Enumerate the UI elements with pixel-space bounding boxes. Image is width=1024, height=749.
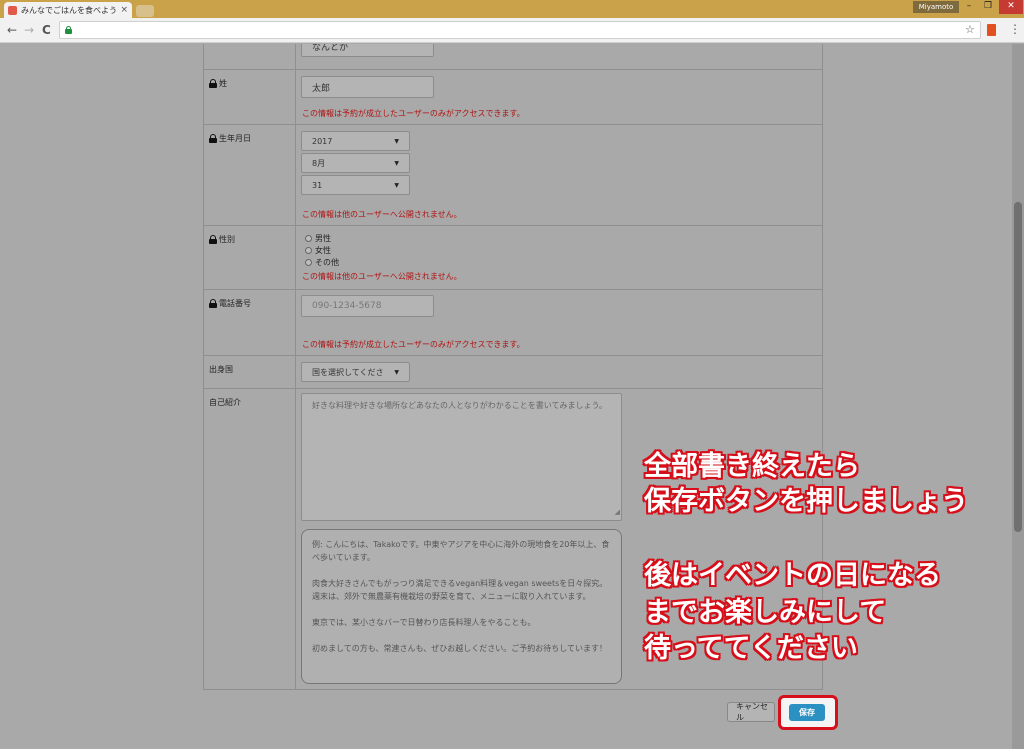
minimize-icon[interactable]: – [960,0,978,14]
chevron-down-icon: ▼ [394,181,399,189]
radio-icon[interactable] [305,247,312,254]
gender-option-female[interactable]: 女性 [305,245,331,256]
bio-textarea[interactable]: 好きな料理や好きな場所などあなたの人となりがわかることを書いてみましょう。 ◢ [301,393,622,521]
save-button[interactable]: 保存 [789,704,825,721]
phone-label: 電話番号 [209,298,251,309]
cancel-button[interactable]: キャンセル [727,702,775,722]
gender-option-other[interactable]: その他 [305,257,339,268]
browser-titlebar: みんなでごはんを食べよう 全 × Miyamoto – ❐ ✕ [0,0,1024,18]
birth-month-select[interactable]: 8月 ▼ [301,153,410,173]
gender-warning: この情報は他のユーザーへ公開されません。 [302,272,462,281]
birth-year-value: 2017 [312,136,333,146]
gender-row: 性別 男性 女性 その他 この情報は他のユーザーへ公開されません。 [204,226,822,290]
label-cell: 出身国 [204,356,296,388]
label-cell: 性別 [204,226,296,289]
first-name-label: 名 [209,44,217,46]
address-bar[interactable] [59,21,981,39]
gender-option-male[interactable]: 男性 [305,233,331,244]
country-select[interactable]: 国を選択してくださ ▼ [301,362,410,382]
example-paragraph: 初めましての方も、常連さんも、ぜひお越しください。ご予約お待ちしています！ [312,644,608,653]
lock-icon [209,299,217,308]
annotation-line-2: 保存ボタンを押しましょう [644,486,968,517]
annotation-line-3: 後はイベントの日になる [644,560,941,591]
tab-title: みんなでごはんを食べよう 全 [21,5,117,15]
scrollbar-thumb[interactable] [1014,202,1022,532]
annotation-line-5: 待っててください [644,633,858,664]
label-cell: 生年月日 [204,125,296,225]
phone-input[interactable]: 090-1234-5678 [301,295,434,317]
back-icon[interactable]: ← [7,23,17,37]
chevron-down-icon: ▼ [394,368,399,376]
phone-warning: この情報は予約が成立したユーザーのみがアクセスできます。 [302,340,525,349]
example-paragraph: 肉食大好きさんでもがっつり満足できるvegan料理＆vegan sweetsを日… [312,579,608,601]
profile-badge[interactable]: Miyamoto [913,1,959,13]
birth-year-select[interactable]: 2017 ▼ [301,131,410,151]
chevron-down-icon: ▼ [394,137,399,145]
phone-row: 電話番号 090-1234-5678 この情報は予約が成立したユーザーのみがアク… [204,290,822,356]
birth-day-select[interactable]: 31 ▼ [301,175,410,195]
bio-placeholder: 好きな料理や好きな場所などあなたの人となりがわかることを書いてみましょう。 [312,401,608,410]
page-content: 名 なんとか 姓 太郎 この情報は予約が成立したユーザーのみがアクセスできます。… [0,44,1024,749]
example-paragraph: 例: こんにちは、Takakoです。中東やアジアを中心に海外の現地食を20年以上… [312,540,610,562]
forward-icon[interactable]: → [24,23,34,37]
label-cell: 名 [204,44,296,69]
birth-day-value: 31 [312,180,323,190]
browser-tab[interactable]: みんなでごはんを食べよう 全 × [4,2,132,18]
country-value: 国を選択してくださ [312,367,384,377]
annotation-line-1: 全部書き終えたら [644,451,860,482]
tab-close-icon[interactable]: × [120,5,128,15]
lock-icon [209,79,217,88]
label-cell: 自己紹介 [204,389,296,689]
gender-label: 性別 [209,234,235,245]
chevron-down-icon: ▼ [394,159,399,167]
last-name-input[interactable]: 太郎 [301,76,434,98]
bookmark-star-icon[interactable]: ☆ [965,23,975,36]
radio-icon[interactable] [305,259,312,266]
profile-form: 名 なんとか 姓 太郎 この情報は予約が成立したユーザーのみがアクセスできます。… [203,44,823,690]
last-name-row: 姓 太郎 この情報は予約が成立したユーザーのみがアクセスできます。 [204,70,822,125]
reload-icon[interactable]: C [42,23,51,37]
country-label: 出身国 [209,365,233,374]
radio-icon[interactable] [305,235,312,242]
bio-example-box: 例: こんにちは、Takakoです。中東やアジアを中心に海外の現地食を20年以上… [301,529,622,684]
birthday-row: 生年月日 2017 ▼ 8月 ▼ 31 ▼ この情報は他のユーザーへ公開されません。 [204,125,822,226]
bio-label: 自己紹介 [209,398,241,407]
birthday-label: 生年月日 [209,133,251,144]
new-tab-button[interactable] [136,5,154,17]
country-row: 出身国 国を選択してくださ ▼ [204,356,822,389]
example-paragraph: 東京では、某小さなバーで日替わり店長料理人をやることも。 [312,618,536,627]
label-cell: 電話番号 [204,290,296,355]
birthday-warning: この情報は他のユーザーへ公開されません。 [302,210,462,219]
office-extension-icon[interactable] [987,24,996,36]
lock-icon [209,134,217,143]
page-scrollbar[interactable] [1012,44,1024,749]
resize-grip-icon[interactable]: ◢ [615,506,620,519]
last-name-warning: この情報は予約が成立したユーザーのみがアクセスできます。 [302,109,525,118]
first-name-row: 名 なんとか [204,44,822,70]
birth-month-value: 8月 [312,158,326,168]
first-name-input[interactable]: なんとか [301,44,434,57]
label-cell: 姓 [204,70,296,124]
browser-toolbar: ← → C ☆ ⋮ [0,18,1024,43]
restore-icon[interactable]: ❐ [979,0,997,14]
annotation-line-4: までお楽しみにして [644,597,887,628]
last-name-label: 姓 [209,78,227,89]
site-favicon-icon [8,5,17,15]
secure-lock-icon [65,26,72,34]
lock-icon [209,235,217,244]
browser-menu-icon[interactable]: ⋮ [1009,22,1021,36]
window-close-icon[interactable]: ✕ [999,0,1023,14]
